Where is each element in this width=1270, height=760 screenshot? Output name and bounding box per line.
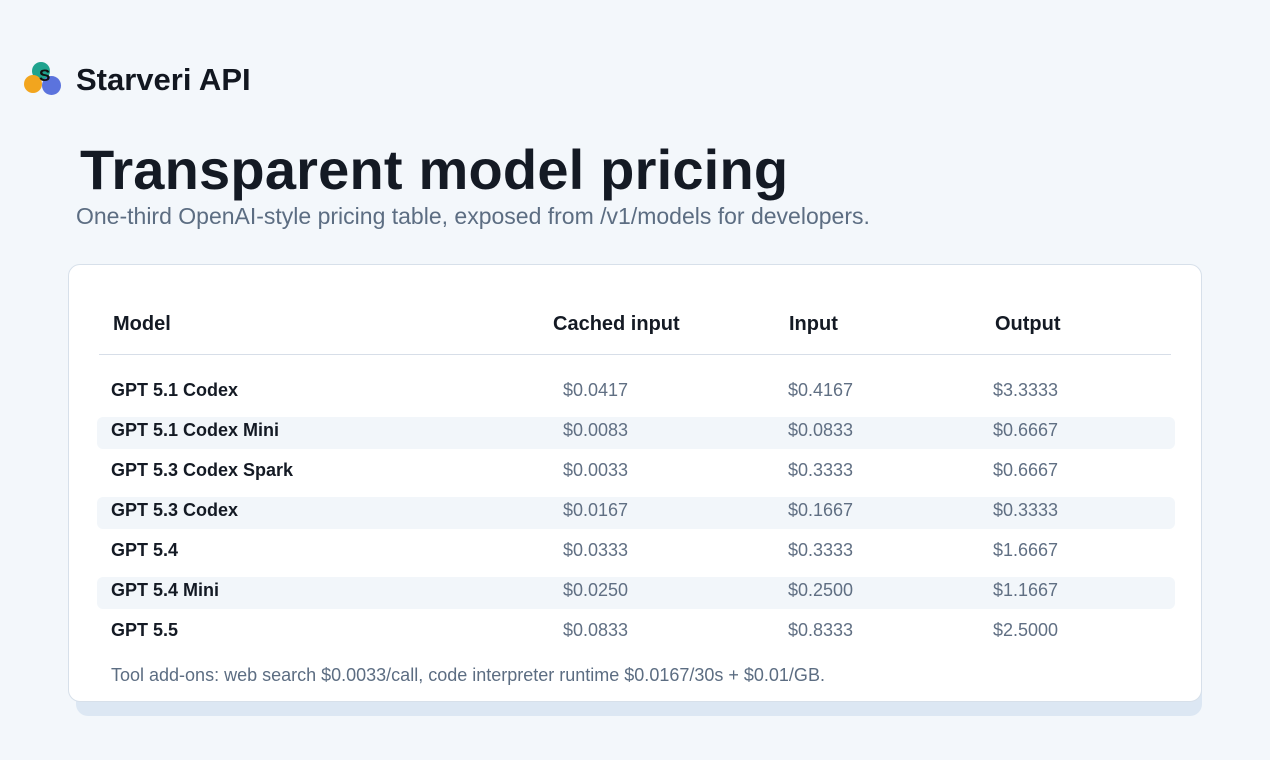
brand[interactable]: S Starveri API xyxy=(24,60,251,100)
table-row: GPT 5.4 Mini $0.0250 $0.2500 $1.1667 xyxy=(97,571,1175,611)
cell-model: GPT 5.5 xyxy=(111,620,179,640)
brand-name: Starveri API xyxy=(76,62,251,97)
cell-output: $0.3333 xyxy=(993,500,1059,520)
pricing-card: Model Cached input Input Output GPT 5.1 … xyxy=(68,264,1202,702)
header-cached-input: Cached input xyxy=(553,313,680,335)
cell-cached-input: $0.0033 xyxy=(563,460,629,480)
header-model: Model xyxy=(113,313,171,335)
cell-cached-input: $0.0167 xyxy=(563,500,629,520)
header-input: Input xyxy=(789,313,838,335)
cell-model: GPT 5.1 Codex xyxy=(111,380,239,400)
table-body: GPT 5.1 Codex $0.0417 $0.4167 $3.3333 GP… xyxy=(97,371,1175,651)
cell-cached-input: $0.0250 xyxy=(563,580,629,600)
cell-input: $0.3333 xyxy=(788,540,854,560)
table-row: GPT 5.5 $0.0833 $0.8333 $2.5000 xyxy=(97,611,1175,651)
cell-cached-input: $0.0333 xyxy=(563,540,629,560)
cell-model: GPT 5.1 Codex Mini xyxy=(111,420,280,440)
table-row: GPT 5.1 Codex Mini $0.0083 $0.0833 $0.66… xyxy=(97,411,1175,451)
table-row: GPT 5.4 $0.0333 $0.3333 $1.6667 xyxy=(97,531,1175,571)
table-row: GPT 5.1 Codex $0.0417 $0.4167 $3.3333 xyxy=(97,371,1175,411)
cell-output: $0.6667 xyxy=(993,420,1059,440)
cell-cached-input: $0.0833 xyxy=(563,620,629,640)
table-header: Model Cached input Input Output xyxy=(99,301,1171,355)
cell-input: $0.4167 xyxy=(788,380,854,400)
cell-model: GPT 5.4 Mini xyxy=(111,580,220,600)
table-row: GPT 5.3 Codex $0.0167 $0.1667 $0.3333 xyxy=(97,491,1175,531)
cell-output: $2.5000 xyxy=(993,620,1059,640)
cell-input: $0.0833 xyxy=(788,420,854,440)
cell-cached-input: $0.0417 xyxy=(563,380,629,400)
cell-input: $0.2500 xyxy=(788,580,854,600)
logo-letter: S xyxy=(39,66,51,85)
header-output: Output xyxy=(995,313,1061,335)
cell-model: GPT 5.3 Codex xyxy=(111,500,239,520)
page-title: Transparent model pricing xyxy=(80,138,789,201)
cell-output: $1.6667 xyxy=(993,540,1059,560)
table-footnote: Tool add-ons: web search $0.0033/call, c… xyxy=(111,665,825,685)
cell-input: $0.3333 xyxy=(788,460,854,480)
cell-output: $3.3333 xyxy=(993,380,1059,400)
cell-input: $0.8333 xyxy=(788,620,854,640)
brand-logo-icon: S xyxy=(24,62,64,98)
cell-model: GPT 5.3 Codex Spark xyxy=(111,460,294,480)
cell-model: GPT 5.4 xyxy=(111,540,179,560)
cell-output: $1.1667 xyxy=(993,580,1059,600)
cell-cached-input: $0.0083 xyxy=(563,420,629,440)
table-row: GPT 5.3 Codex Spark $0.0033 $0.3333 $0.6… xyxy=(97,451,1175,491)
pricing-page: S Starveri API Transparent model pricing… xyxy=(0,0,1270,760)
cell-output: $0.6667 xyxy=(993,460,1059,480)
page-subtitle: One-third OpenAI-style pricing table, ex… xyxy=(76,203,870,229)
cell-input: $0.1667 xyxy=(788,500,854,520)
